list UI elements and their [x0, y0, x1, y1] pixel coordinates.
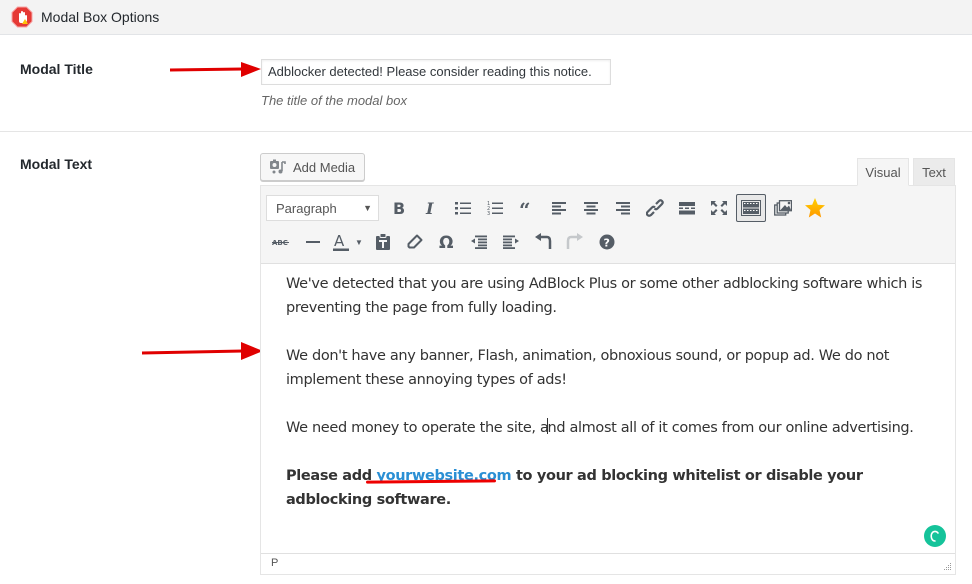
bulleted-list-icon	[455, 202, 471, 215]
undo-icon	[535, 233, 552, 249]
modal-title-input[interactable]: Adblocker detected! Please consider read…	[261, 59, 611, 85]
text-color-icon: A	[333, 232, 349, 251]
resize-handle-icon[interactable]	[944, 563, 952, 571]
link-icon	[646, 199, 664, 217]
paragraph-3: We need money to operate the site, and a…	[286, 416, 930, 440]
star-button[interactable]	[800, 194, 830, 222]
paragraph-4: Please add yourwebsite.com to your ad bl…	[286, 464, 930, 512]
paste-as-text-button[interactable]	[368, 228, 398, 256]
chevron-down-icon: ▼	[355, 237, 363, 247]
insert-link-button[interactable]	[640, 194, 670, 222]
toolbar-row-1: Paragraph ▼ B I 123 “	[266, 192, 832, 224]
fullscreen-button[interactable]	[704, 194, 734, 222]
section-divider	[0, 131, 972, 132]
clear-formatting-button[interactable]	[400, 228, 430, 256]
section-title: Modal Box Options	[41, 9, 160, 25]
paragraph-1: We've detected that you are using AdBloc…	[286, 276, 923, 316]
bold-button[interactable]: B	[384, 194, 414, 222]
add-media-icon	[270, 159, 286, 174]
grammarly-icon[interactable]	[924, 525, 946, 547]
svg-text:3: 3	[487, 211, 490, 215]
text-color-button[interactable]: A	[330, 228, 352, 256]
svg-text:“: “	[519, 201, 531, 215]
undo-button[interactable]	[528, 228, 558, 256]
redo-icon	[566, 233, 583, 249]
indent-icon	[503, 235, 519, 249]
editor-toolbar: Paragraph ▼ B I 123 “ A ▼ Ω ?	[261, 186, 955, 264]
decrease-indent-button[interactable]	[464, 228, 494, 256]
annotation-arrow-title	[169, 62, 261, 77]
italic-icon: I	[425, 200, 434, 216]
toolbar-row-2: ABC A ▼ Ω	[266, 226, 624, 258]
increase-indent-button[interactable]	[496, 228, 526, 256]
add-media-label: Add Media	[293, 159, 356, 175]
horizontal-line-icon	[306, 241, 320, 243]
read-more-icon	[679, 202, 695, 215]
format-select[interactable]: Paragraph ▼	[266, 195, 379, 221]
align-left-button[interactable]	[544, 194, 574, 222]
chevron-down-icon: ▼	[363, 203, 372, 213]
paragraph-2: We don't have any banner, Flash, animati…	[286, 348, 890, 388]
star-icon	[805, 198, 825, 218]
paste-text-icon	[376, 233, 390, 250]
gallery-icon	[774, 200, 792, 216]
align-right-icon	[616, 202, 630, 215]
modal-text-label: Modal Text	[20, 156, 93, 172]
special-character-button[interactable]: Ω	[432, 228, 462, 256]
align-right-button[interactable]	[608, 194, 638, 222]
modal-title-label: Modal Title	[20, 61, 93, 77]
gallery-button[interactable]	[768, 194, 798, 222]
align-left-icon	[552, 202, 566, 215]
editor-statusbar: P	[261, 553, 955, 574]
modal-title-description: The title of the modal box	[261, 93, 407, 108]
svg-text:B: B	[393, 200, 405, 216]
help-button[interactable]: ?	[592, 228, 622, 256]
blockquote-icon: “	[519, 201, 531, 215]
section-header: Modal Box Options	[0, 0, 972, 35]
horizontal-line-button[interactable]	[298, 228, 328, 256]
svg-text:I: I	[425, 200, 434, 216]
bold-icon: B	[393, 200, 405, 216]
format-select-value: Paragraph	[276, 200, 337, 216]
tab-text[interactable]: Text	[913, 158, 955, 186]
paragraph-4-start: Please add	[286, 468, 377, 484]
strikethrough-icon: ABC	[272, 239, 289, 247]
help-icon: ?	[599, 234, 615, 250]
outdent-icon	[471, 235, 487, 249]
text-color-dropdown[interactable]: ▼	[352, 228, 366, 256]
align-center-icon	[584, 202, 598, 215]
omega-icon: Ω	[439, 233, 453, 251]
add-media-button[interactable]: Add Media	[260, 153, 365, 181]
redo-button[interactable]	[560, 228, 590, 256]
align-center-button[interactable]	[576, 194, 606, 222]
rich-text-editor: Paragraph ▼ B I 123 “ A ▼ Ω ? We've dete…	[260, 185, 956, 575]
keyboard-icon	[741, 200, 761, 216]
numbered-list-button[interactable]: 123	[480, 194, 510, 222]
italic-button[interactable]: I	[416, 194, 446, 222]
strikethrough-button[interactable]: ABC	[266, 228, 296, 256]
bulleted-list-button[interactable]	[448, 194, 478, 222]
tab-visual[interactable]: Visual	[857, 158, 909, 186]
svg-text:A: A	[334, 232, 345, 250]
svg-text:Ω: Ω	[439, 233, 453, 251]
eraser-icon	[407, 234, 423, 249]
editor-content[interactable]: We've detected that you are using AdBloc…	[261, 264, 955, 553]
read-more-button[interactable]	[672, 194, 702, 222]
blockquote-button[interactable]: “	[512, 194, 542, 222]
fullscreen-icon	[711, 201, 727, 215]
stop-hand-icon	[11, 6, 33, 28]
paragraph-3-start: We need money to operate the site, a	[286, 420, 549, 436]
annotation-arrow-text	[141, 342, 263, 360]
element-path[interactable]: P	[271, 557, 278, 569]
numbered-list-icon: 123	[487, 201, 503, 215]
svg-text:?: ?	[604, 237, 610, 250]
paragraph-3-end: nd almost all of it comes from our onlin…	[547, 420, 914, 436]
toolbar-toggle-button[interactable]	[736, 194, 766, 222]
